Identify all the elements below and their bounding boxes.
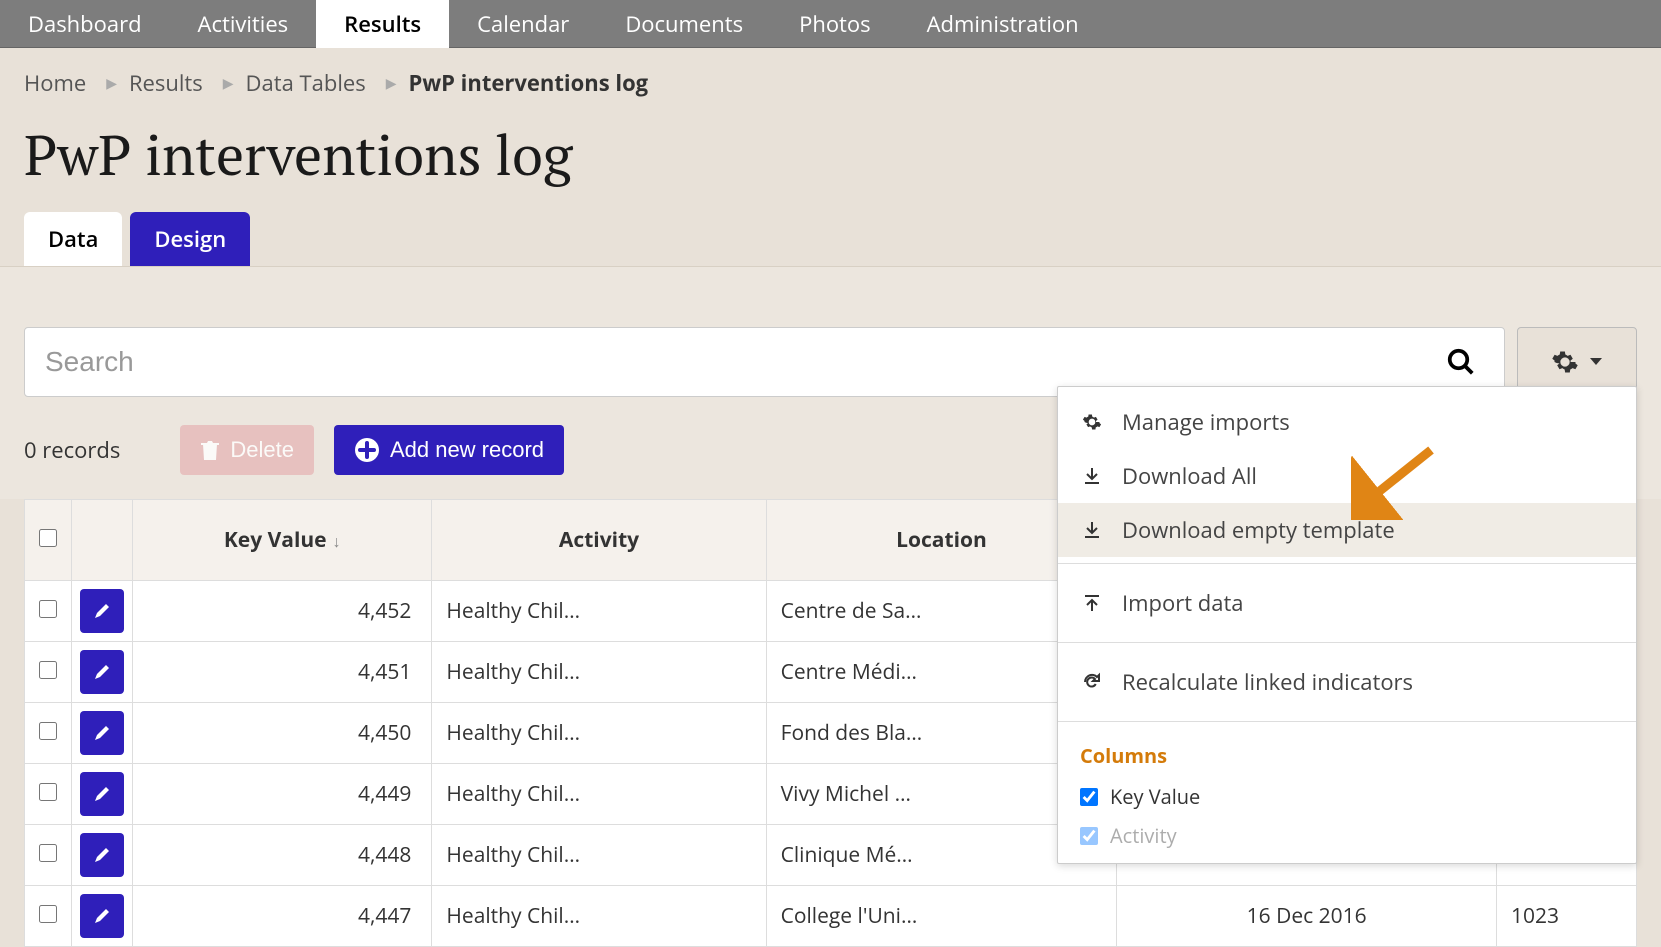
top-nav: Dashboard Activities Results Calendar Do… — [0, 0, 1661, 48]
header-edit — [72, 500, 133, 581]
gear-icon — [1080, 412, 1104, 432]
chevron-right-icon: ▶ — [386, 74, 397, 93]
menu-download-all[interactable]: Download All — [1058, 449, 1636, 503]
menu-column-activity[interactable]: Activity — [1058, 816, 1636, 855]
delete-label: Delete — [230, 437, 294, 463]
cell-date: 16 Dec 2016 — [1117, 886, 1497, 947]
cell-activity: Healthy Chil… — [432, 703, 766, 764]
row-checkbox[interactable] — [25, 703, 72, 764]
trash-icon — [200, 439, 220, 461]
breadcrumb-results[interactable]: Results — [129, 68, 203, 98]
pencil-icon — [92, 662, 112, 682]
menu-download-template[interactable]: Download empty template — [1058, 503, 1636, 557]
nav-photos[interactable]: Photos — [771, 0, 899, 48]
cell-key: 4,451 — [133, 642, 432, 703]
search-input[interactable] — [45, 346, 1438, 378]
upload-icon — [1080, 593, 1104, 613]
refresh-icon — [1080, 672, 1104, 692]
cell-activity: Healthy Chil… — [432, 642, 766, 703]
cell-key: 4,449 — [133, 764, 432, 825]
checkbox-label: Activity — [1110, 822, 1177, 849]
tab-data[interactable]: Data — [24, 212, 122, 266]
edit-button[interactable] — [80, 772, 124, 816]
edit-button[interactable] — [80, 833, 124, 877]
checkbox-label: Key Value — [1110, 783, 1200, 810]
gear-icon — [1551, 348, 1579, 376]
cell-key: 4,447 — [133, 886, 432, 947]
checkbox[interactable] — [1080, 827, 1098, 845]
row-checkbox[interactable] — [25, 764, 72, 825]
cell-activity: Healthy Chil… — [432, 886, 766, 947]
add-record-button[interactable]: Add new record — [334, 425, 564, 475]
cell-location: College l'Uni… — [766, 886, 1117, 947]
record-count: 0 records — [24, 435, 120, 465]
chevron-right-icon: ▶ — [223, 74, 234, 93]
row-checkbox[interactable] — [25, 825, 72, 886]
menu-columns-header: Columns — [1058, 728, 1636, 777]
nav-dashboard[interactable]: Dashboard — [0, 0, 170, 48]
pencil-icon — [92, 906, 112, 926]
checkbox[interactable] — [1080, 788, 1098, 806]
edit-button[interactable] — [80, 650, 124, 694]
menu-label: Import data — [1122, 588, 1244, 618]
cell-activity: Healthy Chil… — [432, 581, 766, 642]
menu-label: Recalculate linked indicators — [1122, 667, 1413, 697]
add-label: Add new record — [390, 437, 544, 463]
nav-calendar[interactable]: Calendar — [449, 0, 597, 48]
menu-recalculate[interactable]: Recalculate linked indicators — [1058, 649, 1636, 715]
row-checkbox[interactable] — [25, 886, 72, 947]
table-row: 4,447Healthy Chil…College l'Uni…16 Dec 2… — [25, 886, 1637, 947]
header-checkbox[interactable] — [25, 500, 72, 581]
menu-import-data[interactable]: Import data — [1058, 570, 1636, 636]
menu-column-key-value[interactable]: Key Value — [1058, 777, 1636, 816]
cell-patient: 1023 — [1497, 886, 1637, 947]
page-title: PwP interventions log — [0, 106, 1661, 212]
nav-results[interactable]: Results — [316, 0, 449, 48]
download-icon — [1080, 466, 1104, 486]
nav-administration[interactable]: Administration — [899, 0, 1107, 48]
menu-separator — [1058, 642, 1636, 643]
breadcrumb-current: PwP interventions log — [409, 68, 649, 98]
nav-activities[interactable]: Activities — [170, 0, 317, 48]
breadcrumb: Home ▶ Results ▶ Data Tables ▶ PwP inter… — [0, 48, 1661, 106]
breadcrumb-datatables[interactable]: Data Tables — [246, 68, 366, 98]
tab-design[interactable]: Design — [130, 212, 250, 266]
page-tabs: Data Design — [0, 212, 1661, 266]
row-checkbox[interactable] — [25, 642, 72, 703]
sort-desc-icon: ↓ — [333, 530, 341, 552]
chevron-right-icon: ▶ — [106, 74, 117, 93]
settings-dropdown-menu: Manage imports Download All Download emp… — [1057, 386, 1637, 864]
menu-manage-imports[interactable]: Manage imports — [1058, 395, 1636, 449]
edit-button[interactable] — [80, 894, 124, 938]
pencil-icon — [92, 845, 112, 865]
caret-down-icon — [1589, 357, 1603, 367]
pencil-icon — [92, 784, 112, 804]
header-activity[interactable]: Activity — [432, 500, 766, 581]
menu-label: Manage imports — [1122, 407, 1290, 437]
menu-separator — [1058, 721, 1636, 722]
download-icon — [1080, 520, 1104, 540]
delete-button[interactable]: Delete — [180, 425, 314, 475]
breadcrumb-home[interactable]: Home — [24, 68, 86, 98]
plus-circle-icon — [354, 437, 380, 463]
pencil-icon — [92, 601, 112, 621]
header-key-value[interactable]: Key Value↓ — [133, 500, 432, 581]
menu-separator — [1058, 563, 1636, 564]
cell-key: 4,448 — [133, 825, 432, 886]
cell-activity: Healthy Chil… — [432, 825, 766, 886]
cell-key: 4,452 — [133, 581, 432, 642]
nav-documents[interactable]: Documents — [597, 0, 771, 48]
cell-key: 4,450 — [133, 703, 432, 764]
menu-label: Download empty template — [1122, 515, 1395, 545]
search-button[interactable] — [1438, 339, 1484, 385]
search-icon — [1446, 347, 1476, 377]
edit-button[interactable] — [80, 589, 124, 633]
pencil-icon — [92, 723, 112, 743]
menu-label: Download All — [1122, 461, 1257, 491]
edit-button[interactable] — [80, 711, 124, 755]
cell-activity: Healthy Chil… — [432, 764, 766, 825]
row-checkbox[interactable] — [25, 581, 72, 642]
